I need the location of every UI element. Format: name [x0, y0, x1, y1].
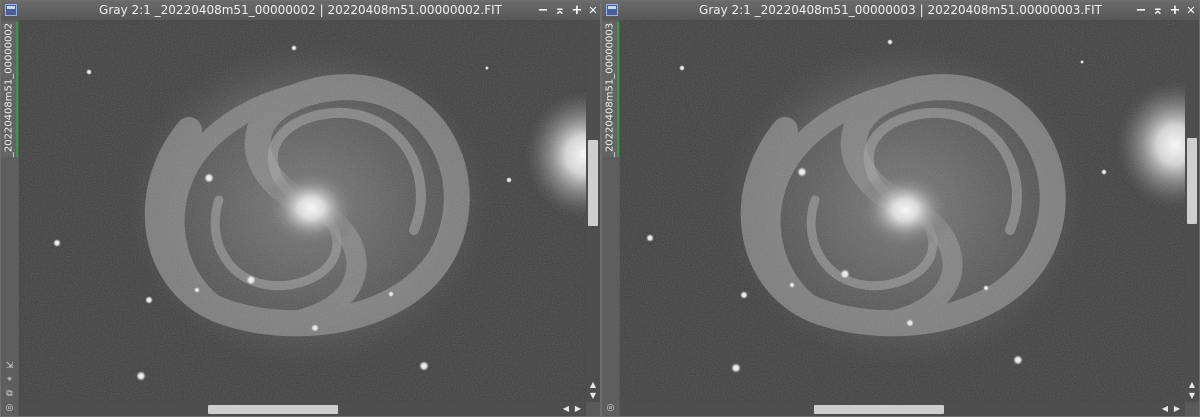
scroll-right-arrow-icon[interactable]: ▶ — [1171, 404, 1183, 414]
scroll-down-arrow-icon[interactable]: ▼ — [587, 391, 599, 401]
mask-icon[interactable]: ⇲ — [4, 361, 15, 372]
restore-button[interactable]: ⌅ — [552, 1, 568, 20]
scroll-left-arrow-icon[interactable]: ◀ — [560, 404, 572, 414]
minimize-button[interactable]: − — [1133, 1, 1149, 20]
vertical-scroll-thumb[interactable] — [588, 140, 598, 226]
vertical-scrollbar[interactable]: ▲ ▼ — [586, 20, 600, 402]
view-identifier-label: _20220408m51_00000003 — [604, 22, 615, 157]
scroll-down-arrow-icon[interactable]: ▼ — [1186, 391, 1198, 401]
window-title: Gray 2:1 _20220408m51_00000002 | 2022040… — [99, 3, 502, 17]
restore-button[interactable]: ⌅ — [1150, 1, 1166, 20]
horizontal-scrollbar[interactable]: ◀ ▶ — [19, 402, 586, 416]
window-title: Gray 2:1 _20220408m51_00000003 | 2022040… — [699, 3, 1102, 17]
crosshair-icon[interactable]: ⌖ — [4, 375, 15, 386]
window-titlebar[interactable]: Gray 2:1 _20220408m51_00000002 | 2022040… — [1, 1, 600, 20]
vertical-scrollbar[interactable]: ▲ ▼ — [1185, 20, 1199, 402]
window-sidebar: _20220408m51_00000002 ⇲ ⌖ ⧉ ◎ — [1, 20, 18, 416]
clone-icon[interactable]: ⧉ — [4, 389, 15, 400]
scroll-up-arrow-icon[interactable]: ▲ — [587, 380, 599, 390]
maximize-button[interactable]: + — [1167, 1, 1183, 20]
identity-icon[interactable]: ◎ — [4, 403, 15, 414]
image-window-2[interactable]: Gray 2:1 _20220408m51_00000003 | 2022040… — [601, 0, 1200, 417]
identity-icon[interactable]: ◎ — [605, 403, 616, 414]
scroll-right-arrow-icon[interactable]: ▶ — [572, 404, 584, 414]
horizontal-scroll-thumb[interactable] — [814, 405, 944, 414]
view-identifier-tab[interactable]: _20220408m51_00000002 — [1, 22, 18, 157]
view-identifier-tab[interactable]: _20220408m51_00000003 — [602, 22, 619, 157]
close-button[interactable]: ✕ — [1183, 1, 1199, 20]
maximize-button[interactable]: + — [569, 1, 585, 20]
horizontal-scrollbar[interactable]: ◀ ▶ — [620, 402, 1185, 416]
scroll-up-arrow-icon[interactable]: ▲ — [1186, 380, 1198, 390]
image-window-1[interactable]: Gray 2:1 _20220408m51_00000002 | 2022040… — [0, 0, 601, 417]
window-icon[interactable] — [5, 4, 17, 16]
minimize-button[interactable]: − — [535, 1, 551, 20]
scroll-left-arrow-icon[interactable]: ◀ — [1159, 404, 1171, 414]
window-sidebar: _20220408m51_00000003 ◎ — [602, 20, 619, 416]
galaxy-image — [19, 20, 586, 402]
image-viewport[interactable] — [620, 20, 1185, 402]
galaxy-image — [620, 20, 1185, 402]
vertical-scroll-thumb[interactable] — [1187, 138, 1197, 224]
close-button[interactable]: ✕ — [585, 1, 601, 20]
view-identifier-label: _20220408m51_00000002 — [3, 22, 14, 157]
image-viewport[interactable] — [19, 20, 586, 402]
horizontal-scroll-thumb[interactable] — [208, 405, 338, 414]
window-titlebar[interactable]: Gray 2:1 _20220408m51_00000003 | 2022040… — [602, 1, 1199, 20]
window-icon[interactable] — [606, 4, 618, 16]
